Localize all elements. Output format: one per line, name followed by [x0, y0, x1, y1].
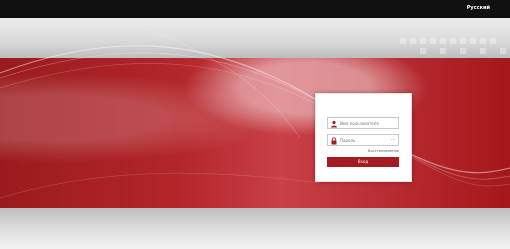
forgot-password-link[interactable]: Восстановление	[368, 149, 399, 153]
login-card: ⋯ Восстановление Вход	[315, 93, 412, 182]
username-input[interactable]	[340, 119, 390, 127]
top-bar: Русский	[0, 0, 510, 18]
user-icon	[331, 120, 337, 128]
background-upper	[0, 18, 510, 58]
lock-icon	[331, 137, 337, 145]
password-input[interactable]	[340, 136, 390, 144]
background-red-band	[0, 58, 510, 208]
language-selector[interactable]: Русский	[467, 5, 490, 11]
login-button[interactable]: Вход	[327, 157, 399, 167]
password-field[interactable]: ⋯	[327, 134, 399, 146]
show-password-icon[interactable]: ⋯	[391, 138, 396, 143]
username-field[interactable]	[327, 117, 399, 129]
background-lower	[0, 208, 510, 249]
